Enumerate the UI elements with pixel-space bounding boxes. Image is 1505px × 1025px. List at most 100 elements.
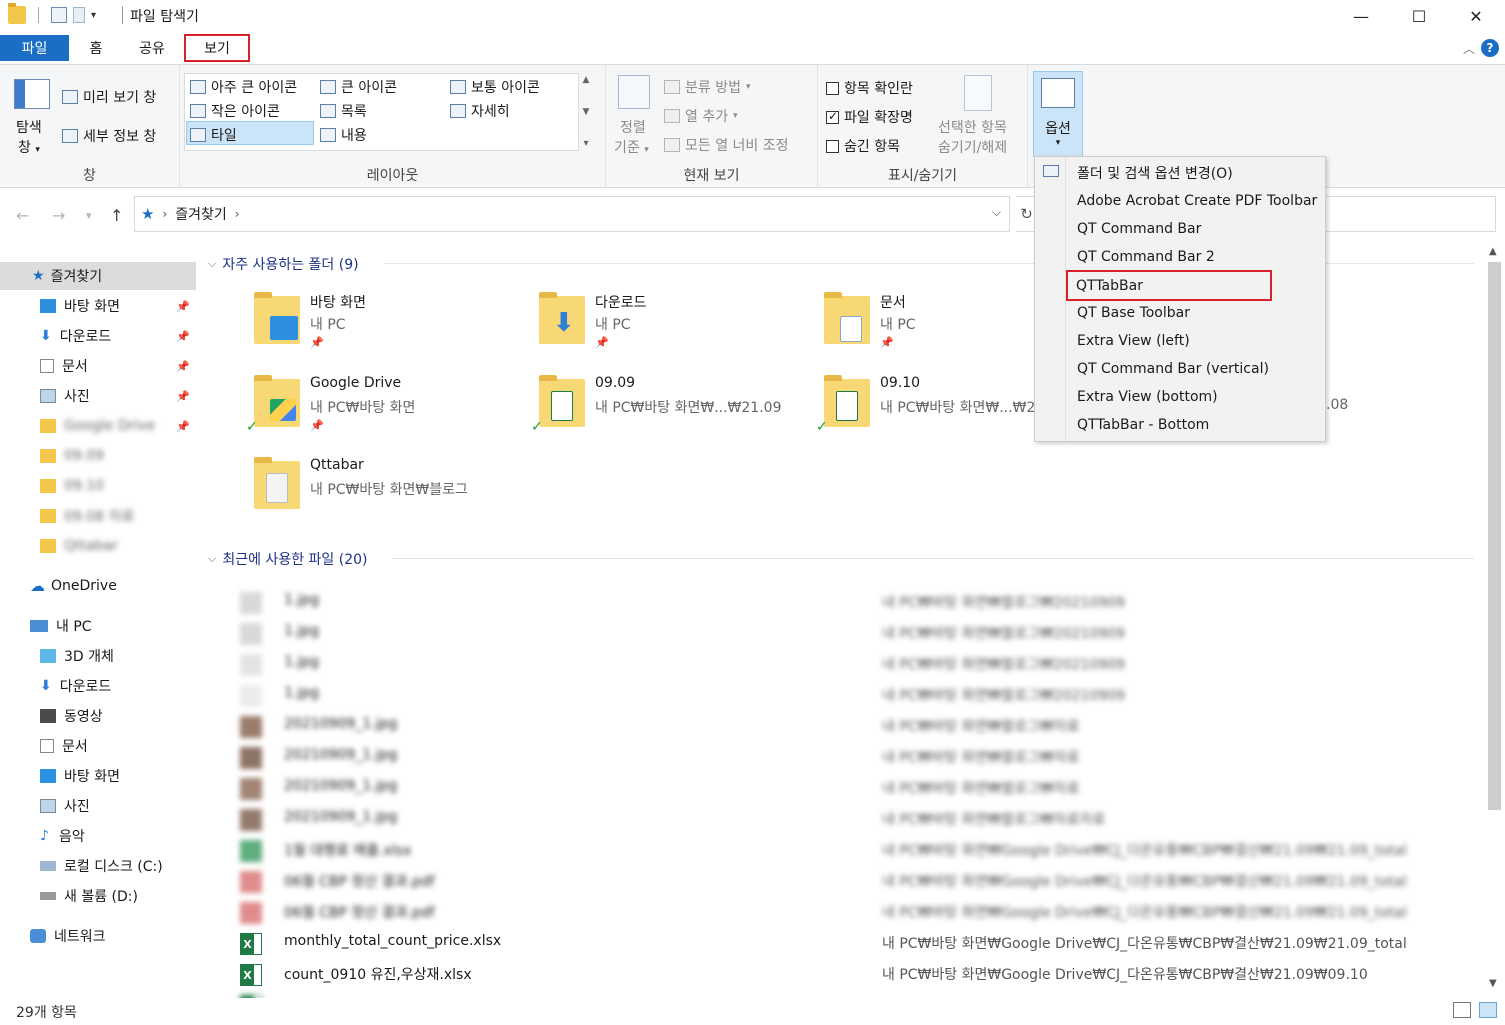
- recent-file-row[interactable]: 20210909_1.jpg 내 PC₩바탕 화면₩블로그₩자료: [196, 710, 1484, 740]
- layout-gallery-scroll[interactable]: ▲ ▼ ▾: [579, 73, 593, 151]
- recent-file-row[interactable]: count_0910 유진,우상재.xlsx 내 PC₩바탕 화면₩Google …: [196, 958, 1484, 988]
- forward-arrow-icon[interactable]: →: [52, 206, 65, 225]
- navigation-pane-label[interactable]: 탐색: [16, 117, 42, 137]
- address-bar[interactable]: ★ › 즐겨찾기 › ⌵: [134, 196, 1010, 232]
- scrollbar-thumb[interactable]: [1488, 262, 1501, 810]
- collapse-ribbon-icon[interactable]: ︿: [1463, 40, 1475, 57]
- menu-item-qt-base-toolbar[interactable]: QT Base Toolbar: [1035, 299, 1325, 327]
- recent-file-row[interactable]: [196, 989, 1484, 998]
- tab-share[interactable]: 공유: [130, 34, 174, 62]
- hide-selected-label-2[interactable]: 숨기기/해제: [938, 137, 1007, 157]
- recent-file-row[interactable]: 20210909_1.jpg 내 PC₩바탕 화면₩블로그₩자료: [196, 741, 1484, 771]
- recent-file-row[interactable]: monthly_total_count_price.xlsx 내 PC₩바탕 화면…: [196, 927, 1484, 957]
- new-folder-icon[interactable]: [73, 7, 85, 23]
- recent-file-row[interactable]: 1.jpg 내 PC₩바탕 화면₩블로그₩20210909: [196, 648, 1484, 678]
- navigation-pane-label-2[interactable]: 창 ▾: [18, 137, 40, 157]
- folder-tile[interactable]: ⬇ 다운로드 내 PC 📌: [531, 292, 811, 372]
- breadcrumb-chevron-icon-2[interactable]: ›: [235, 207, 240, 221]
- options-button[interactable]: 옵션 ▾: [1033, 71, 1083, 157]
- tab-file[interactable]: 파일: [0, 35, 69, 61]
- nav-item-videos[interactable]: 동영상: [0, 702, 196, 730]
- recent-file-row[interactable]: 06월 CBP 정산 결과.pdf 내 PC₩바탕 화면₩Google Drive…: [196, 865, 1484, 895]
- breadcrumb-location[interactable]: 즐겨찾기: [175, 204, 227, 224]
- nav-item-pictures[interactable]: 사진 📌: [0, 382, 196, 410]
- nav-item-local-disk-c[interactable]: 로컬 디스크 (C:): [0, 852, 196, 880]
- recent-file-row[interactable]: 1.jpg 내 PC₩바탕 화면₩블로그₩20210909: [196, 586, 1484, 616]
- nav-item-desktop-pc[interactable]: 바탕 화면: [0, 762, 196, 790]
- details-view-icon[interactable]: [1453, 1002, 1471, 1018]
- recent-file-row[interactable]: 20210909_1.jpg 내 PC₩바탕 화면₩블로그₩자료: [196, 772, 1484, 802]
- menu-item-folder-options[interactable]: 폴더 및 검색 옵션 변경(O): [1035, 159, 1325, 187]
- hide-selected-icon[interactable]: [964, 75, 992, 111]
- hidden-items-checkbox[interactable]: [826, 139, 839, 153]
- minimize-button[interactable]: —: [1332, 0, 1390, 32]
- up-arrow-icon[interactable]: ↑: [110, 206, 123, 225]
- recent-locations-icon[interactable]: ▾: [86, 209, 92, 222]
- sort-by-label-2[interactable]: 기준 ▾: [614, 137, 649, 157]
- file-extensions-checkbox[interactable]: [826, 109, 839, 124]
- maximize-button[interactable]: ☐: [1390, 0, 1448, 32]
- folder-tile[interactable]: ✓ Google Drive 내 PC₩바탕 화면 📌: [246, 375, 526, 455]
- layout-list[interactable]: 목록: [320, 101, 367, 121]
- folder-tile[interactable]: ✓ 09.09 내 PC₩바탕 화면₩...₩21.09: [531, 375, 811, 455]
- nav-item-downloads-pc[interactable]: ⬇ 다운로드: [0, 672, 196, 700]
- nav-item-3d-objects[interactable]: 3D 개체: [0, 642, 196, 670]
- layout-small-icons[interactable]: 작은 아이콘: [190, 101, 280, 121]
- item-checkboxes-checkbox[interactable]: [826, 81, 839, 95]
- file-extensions-option[interactable]: 파일 확장명: [826, 107, 913, 127]
- menu-item-extra-view-left[interactable]: Extra View (left): [1035, 327, 1325, 355]
- tab-home[interactable]: 홈: [76, 34, 116, 62]
- qat-dropdown-icon[interactable]: ▾: [91, 10, 96, 21]
- close-button[interactable]: ✕: [1447, 0, 1505, 32]
- chevron-down-icon[interactable]: ⌵: [208, 552, 216, 566]
- group-by-button[interactable]: 분류 방법 ▾: [664, 77, 751, 97]
- search-input[interactable]: [1324, 196, 1496, 232]
- details-pane-button[interactable]: 세부 정보 창: [62, 126, 156, 146]
- tab-view[interactable]: 보기: [184, 34, 250, 62]
- gallery-expand-icon[interactable]: ▾: [583, 138, 588, 149]
- large-icons-view-icon[interactable]: [1479, 1002, 1497, 1018]
- hidden-items-option[interactable]: 숨긴 항목: [826, 136, 900, 156]
- section-frequent-folders[interactable]: ⌵ 자주 사용하는 폴더 (9): [208, 254, 359, 274]
- nav-item-downloads[interactable]: ⬇ 다운로드 📌: [0, 322, 196, 350]
- scroll-down-icon[interactable]: ▼: [1489, 978, 1497, 989]
- nav-item-documents[interactable]: 문서 📌: [0, 352, 196, 380]
- recent-file-row[interactable]: 1월 대행료 매출.xlsx 내 PC₩바탕 화면₩Google Drive₩CJ…: [196, 834, 1484, 864]
- recent-file-row[interactable]: 06월 CBP 정산 결과.pdf 내 PC₩바탕 화면₩Google Drive…: [196, 896, 1484, 926]
- nav-item-network[interactable]: 네트워크: [0, 922, 196, 950]
- address-dropdown-icon[interactable]: ⌵: [992, 205, 1001, 220]
- menu-item-extra-view-bottom[interactable]: Extra View (bottom): [1035, 383, 1325, 411]
- layout-large-icons[interactable]: 큰 아이콘: [320, 77, 397, 97]
- folder-tile[interactable]: 바탕 화면 내 PC 📌: [246, 292, 526, 372]
- recent-file-row[interactable]: 1.jpg 내 PC₩바탕 화면₩블로그₩20210909: [196, 679, 1484, 709]
- fit-columns-button[interactable]: 모든 열 너비 조정: [664, 135, 789, 155]
- layout-tiles[interactable]: 타일: [190, 125, 237, 145]
- recent-file-row[interactable]: 20210909_1.jpg 내 PC₩바탕 화면₩블로그₩자료자료: [196, 803, 1484, 833]
- scroll-up-icon[interactable]: ▲: [583, 75, 590, 85]
- help-icon[interactable]: ?: [1481, 39, 1499, 57]
- sort-by-icon[interactable]: [618, 75, 650, 109]
- nav-item-folder[interactable]: Qttabar: [0, 532, 196, 560]
- preview-pane-button[interactable]: 미리 보기 창: [62, 87, 156, 107]
- nav-item-this-pc[interactable]: 내 PC: [0, 612, 196, 640]
- menu-item-qttabbar-bottom[interactable]: QTTabBar - Bottom: [1035, 411, 1325, 439]
- folder-tile[interactable]: Qttabar 내 PC₩바탕 화면₩블로그: [246, 457, 526, 537]
- nav-item-folder[interactable]: 09.09: [0, 442, 196, 470]
- back-arrow-icon[interactable]: ←: [16, 206, 29, 225]
- nav-item-folder[interactable]: 09.08 자료: [0, 502, 196, 530]
- menu-item-qt-command-bar-vertical[interactable]: QT Command Bar (vertical): [1035, 355, 1325, 383]
- nav-item-music[interactable]: ♪ 음악: [0, 822, 196, 850]
- menu-item-qttabbar[interactable]: QTTabBar: [1066, 270, 1272, 301]
- nav-item-volume-d[interactable]: 새 볼륨 (D:): [0, 882, 196, 910]
- layout-content[interactable]: 내용: [320, 125, 367, 145]
- nav-item-quick-access[interactable]: ★ 즐겨찾기: [0, 262, 196, 290]
- menu-item-qt-command-bar-2[interactable]: QT Command Bar 2: [1035, 243, 1325, 271]
- scroll-up-icon[interactable]: ▲: [1489, 246, 1497, 257]
- menu-item-adobe-toolbar[interactable]: Adobe Acrobat Create PDF Toolbar: [1035, 187, 1325, 215]
- nav-item-documents-pc[interactable]: 문서: [0, 732, 196, 760]
- nav-item-folder[interactable]: 09.10: [0, 472, 196, 500]
- layout-details[interactable]: 자세히: [450, 101, 510, 121]
- add-column-button[interactable]: 열 추가 ▾: [664, 106, 738, 126]
- chevron-down-icon[interactable]: ⌵: [208, 257, 216, 271]
- navigation-pane-icon[interactable]: [14, 79, 50, 109]
